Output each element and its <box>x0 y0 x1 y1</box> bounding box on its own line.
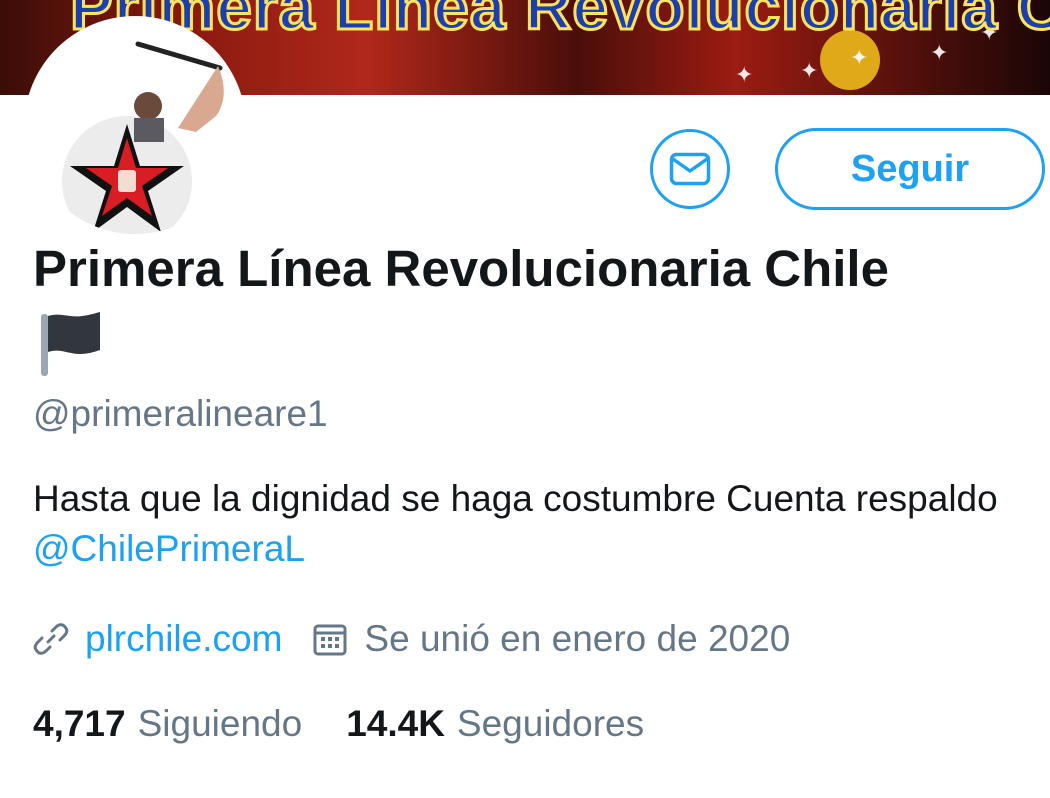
profile-page: ✦ ✦ ✦ ✦ ✦ Primera Línea Revolucionaria C… <box>0 0 1050 798</box>
envelope-icon <box>669 152 711 186</box>
following-count: 4,717 <box>33 703 126 744</box>
follow-button[interactable]: Seguir <box>775 128 1045 210</box>
star-fist-logo-icon <box>70 41 224 232</box>
followers-label: Seguidores <box>456 703 645 744</box>
followers-count: 14.4K <box>346 703 445 744</box>
website-link[interactable]: plrchile.com <box>85 618 282 660</box>
avatar[interactable] <box>28 20 242 234</box>
profile-stats: 4,717 Siguiendo 14.4K Seguidores <box>33 697 644 751</box>
profile-handle: @primeralineare1 <box>33 393 328 434</box>
bio-text: Hasta que la dignidad se haga costumbre … <box>33 478 998 519</box>
link-icon <box>33 623 69 655</box>
following-stat[interactable]: 4,717 Siguiendo <box>33 703 302 745</box>
display-name: Primera Línea Revolucionaria Chile <box>33 240 889 297</box>
banner-star-icon: ✦ <box>850 45 869 70</box>
black-flag-icon <box>41 312 100 376</box>
banner-star-icon: ✦ <box>800 58 819 83</box>
following-label: Siguiendo <box>137 703 303 744</box>
banner-star-icon: ✦ <box>735 62 754 87</box>
message-button[interactable] <box>650 129 730 209</box>
followers-stat[interactable]: 14.4K Seguidores <box>346 703 644 745</box>
profile-meta: plrchile.com Se unió en enero de 2020 <box>33 612 790 666</box>
joined-date: Se unió en enero de 2020 <box>364 618 791 659</box>
profile-bio: Hasta que la dignidad se haga costumbre … <box>33 474 1023 574</box>
calendar-icon <box>312 621 348 657</box>
bio-mention-link[interactable]: @ChilePrimeraL <box>33 528 305 569</box>
